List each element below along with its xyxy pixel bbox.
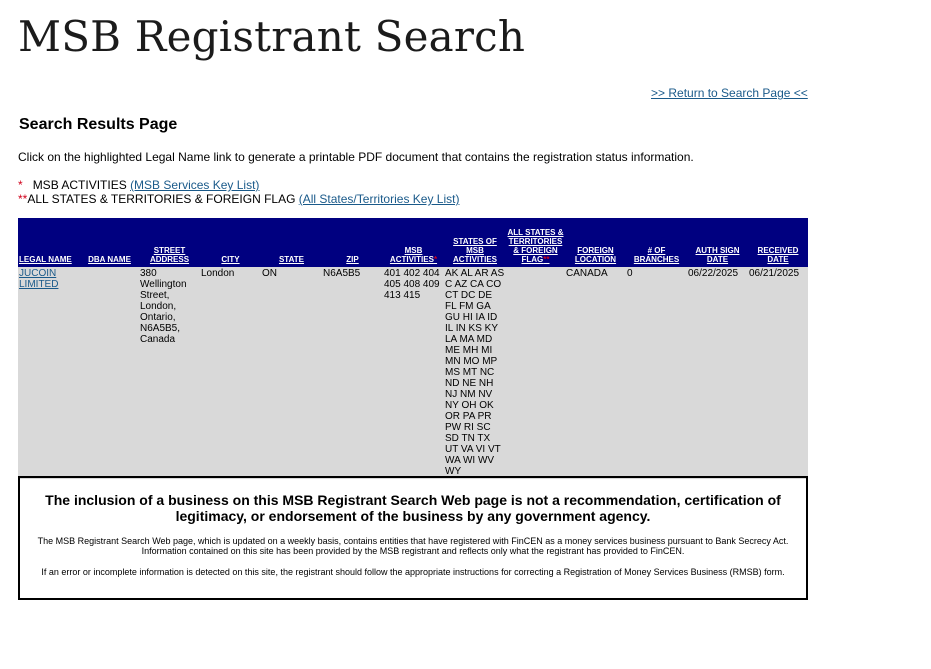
msb-activities-legend: * MSB ACTIVITIES (MSB Services Key List): [18, 178, 259, 192]
msb-services-key-link[interactable]: (MSB Services Key List): [130, 178, 259, 192]
header-dba-name: DBA NAME: [80, 218, 139, 267]
header-msb-activities: MSB ACTIVITIES*: [383, 218, 444, 267]
header-received-date: RECEIVED DATE: [748, 218, 808, 267]
cell-msb-activities: 401 402 404 405 408 409 413 415: [383, 267, 444, 479]
header-city: CITY: [200, 218, 261, 267]
table-row: JUCOIN LIMITED 380 Wellington Street, Lo…: [18, 267, 808, 479]
header-state: STATE: [261, 218, 322, 267]
states-marker: **: [18, 192, 28, 206]
instructions-text: Click on the highlighted Legal Name link…: [18, 150, 694, 164]
cell-legal-name: JUCOIN LIMITED: [18, 267, 80, 479]
disclaimer-main: The inclusion of a business on this MSB …: [45, 492, 781, 524]
header-legal-name: LEGAL NAME: [18, 218, 80, 267]
page-title: MSB Registrant Search: [18, 12, 526, 61]
header-num-branches: # OF BRANCHES: [626, 218, 687, 267]
header-all-states-label: ALL STATES & TERRITORIES & FOREIGN FLAG: [507, 228, 564, 264]
disclaimer-paragraph-1: The MSB Registrant Search Web page, whic…: [37, 536, 789, 556]
header-foreign-location: FOREIGN LOCATION: [565, 218, 626, 267]
return-to-search-link[interactable]: >> Return to Search Page <<: [651, 86, 808, 100]
cell-street-address: 380 Wellington Street, London, Ontario, …: [139, 267, 200, 479]
header-street-address: STREET ADDRESS: [139, 218, 200, 267]
legal-name-link[interactable]: JUCOIN LIMITED: [19, 268, 58, 290]
states-legend-label: ALL STATES & TERRITORIES & FOREIGN FLAG: [27, 192, 296, 206]
disclaimer-box: The inclusion of a business on this MSB …: [18, 476, 808, 600]
header-msb-activities-marker: *: [433, 255, 438, 264]
disclaimer-paragraph-2: If an error or incomplete information is…: [41, 567, 785, 577]
cell-auth-sign-date: 06/22/2025: [687, 267, 748, 479]
header-states-of-msb-activities: STATES OF MSB ACTIVITIES: [444, 218, 506, 267]
header-all-states-marker: **: [543, 255, 550, 264]
header-auth-sign-date: AUTH SIGN DATE: [687, 218, 748, 267]
header-zip: ZIP: [322, 218, 383, 267]
cell-all-states: [506, 267, 565, 479]
states-legend: **ALL STATES & TERRITORIES & FOREIGN FLA…: [18, 192, 459, 206]
cell-received-date: 06/21/2025: [748, 267, 808, 479]
cell-num-branches: 0: [626, 267, 687, 479]
results-table: LEGAL NAME DBA NAME STREET ADDRESS CITY …: [18, 218, 808, 479]
msb-marker: *: [18, 178, 23, 192]
results-subheading: Search Results Page: [19, 116, 178, 133]
cell-dba-name: [80, 267, 139, 479]
header-all-states: ALL STATES & TERRITORIES & FOREIGN FLAG*…: [506, 218, 565, 267]
table-header-row: LEGAL NAME DBA NAME STREET ADDRESS CITY …: [18, 218, 808, 267]
cell-city: London: [200, 267, 261, 479]
cell-state: ON: [261, 267, 322, 479]
msb-legend-label: MSB ACTIVITIES: [32, 178, 127, 192]
cell-zip: N6A5B5: [322, 267, 383, 479]
cell-states-of-msb-activities: AK AL AR AS C AZ CA CO CT DC DE FL FM GA…: [444, 267, 506, 479]
states-key-link[interactable]: (All States/Territories Key List): [299, 192, 460, 206]
cell-foreign-location: CANADA: [565, 267, 626, 479]
header-msb-activities-label: MSB ACTIVITIES: [389, 246, 434, 264]
